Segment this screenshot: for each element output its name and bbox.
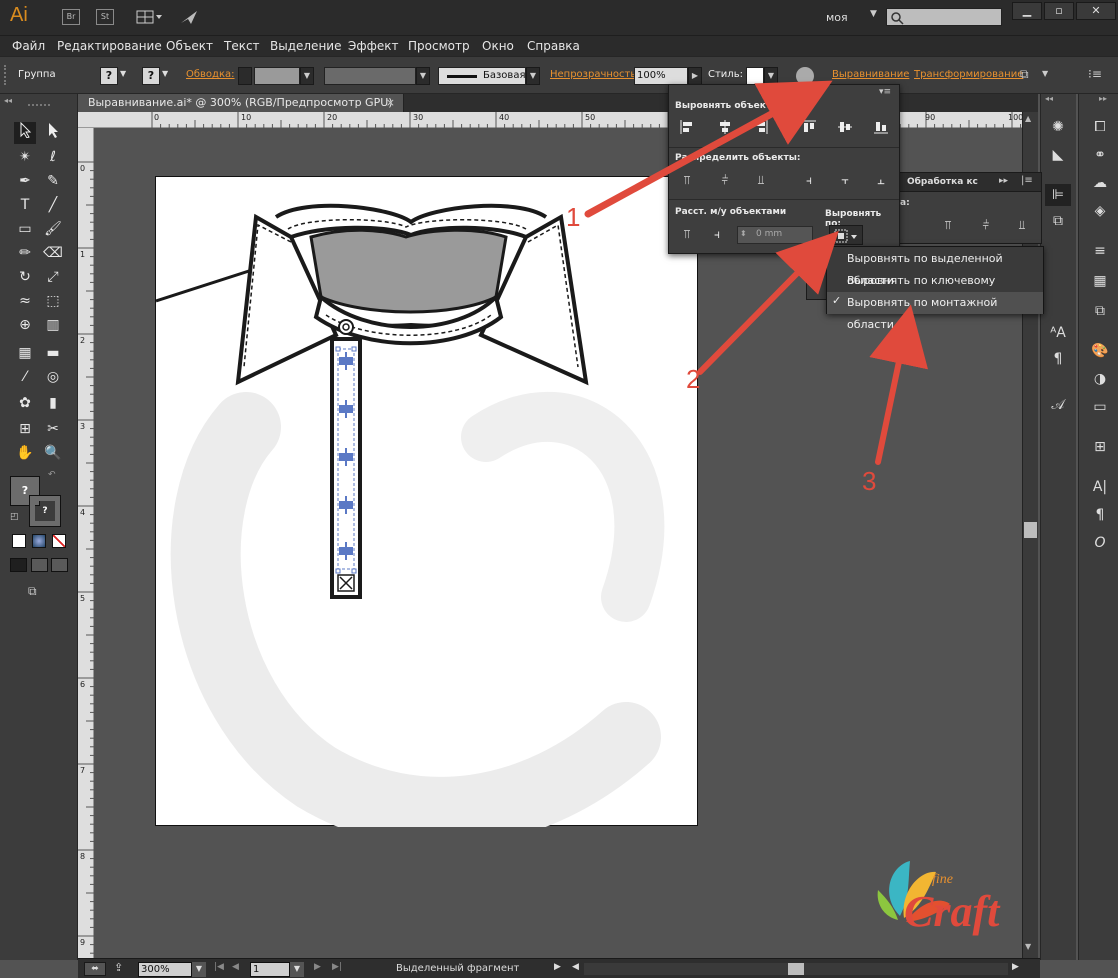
artboard-dropdown[interactable]: ▼	[290, 962, 304, 977]
annotation-label-1: 1	[566, 202, 581, 232]
hscroll-left-icon[interactable]: ◀	[572, 962, 579, 972]
status-bar: ⬌ ⇪ 300% ▼ |◀ ◀ 1 ▼ ▶ ▶| Выделенный фраг…	[78, 958, 1040, 978]
zoom-dropdown[interactable]: ▼	[192, 962, 206, 977]
artboard-number-input[interactable]: 1	[250, 962, 290, 977]
status-text: Выделенный фрагмент	[396, 963, 520, 974]
horizontal-scrollbar[interactable]	[584, 963, 1008, 975]
finecraft-watermark: fine Craft	[870, 856, 1020, 959]
hscroll-thumb[interactable]	[788, 963, 804, 975]
annotation-arrow-2	[697, 230, 839, 375]
zoom-level-input[interactable]: 300%	[138, 962, 192, 977]
first-artboard-icon[interactable]: |◀	[214, 962, 224, 972]
hscroll-right-icon[interactable]: ▶	[1012, 962, 1019, 972]
prev-artboard-icon[interactable]: ◀	[232, 962, 239, 972]
artboard-navigation-icon[interactable]: ⬌	[84, 962, 106, 976]
annotation-label-2: 2	[686, 364, 701, 394]
annotation-label-3: 3	[862, 466, 877, 496]
annotation-arrow-1	[584, 80, 833, 218]
annotation-arrow-3	[869, 304, 929, 465]
next-artboard-icon[interactable]: ▶	[314, 962, 321, 972]
last-artboard-icon[interactable]: ▶|	[332, 962, 342, 972]
watermark-big-text: Craft	[904, 887, 1000, 936]
status-menu-icon[interactable]: ▶	[554, 962, 561, 972]
annotation-arrows	[584, 80, 929, 465]
share-icon[interactable]: ⇪	[114, 961, 123, 974]
